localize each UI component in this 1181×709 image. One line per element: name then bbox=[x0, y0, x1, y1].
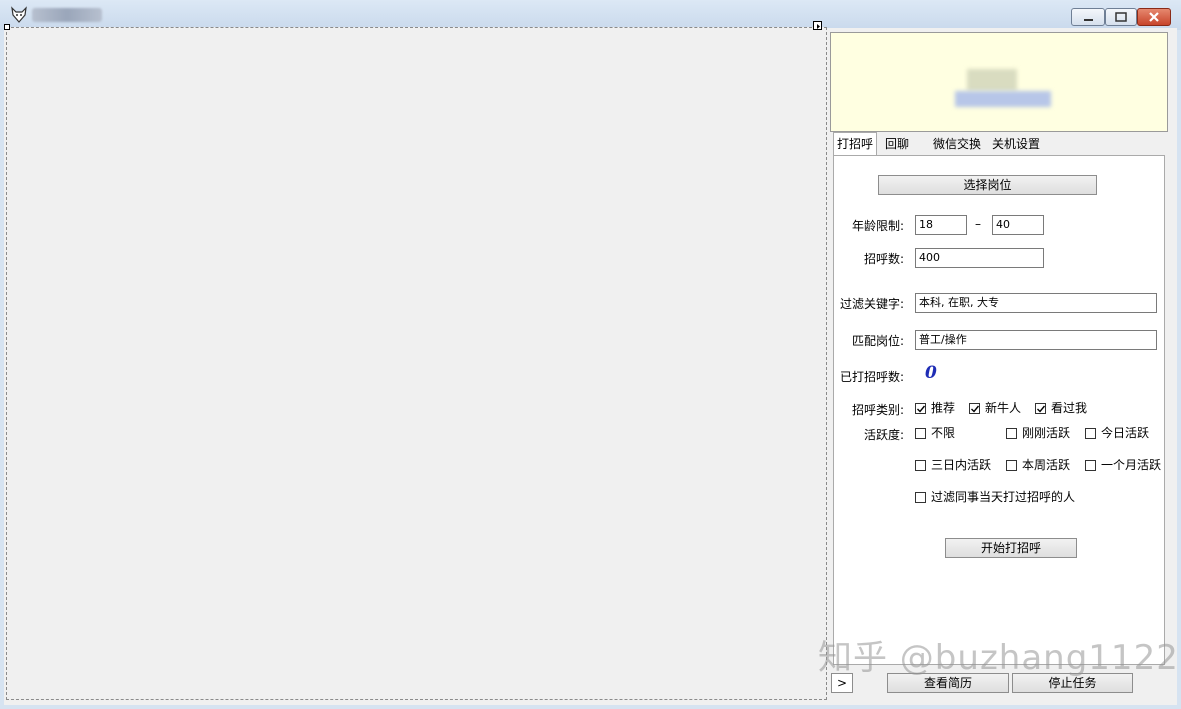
app-window: 打招呼 回聊 微信交换 关机设置 选择岗位 年龄限制: 18 – 40 招呼数:… bbox=[0, 0, 1181, 709]
activity-three-days-checkbox[interactable]: 三日内活跃 bbox=[915, 458, 991, 474]
banner-logo bbox=[830, 32, 1168, 132]
activity-this-week-label: 本周活跃 bbox=[1022, 458, 1071, 472]
age-min-input[interactable]: 18 bbox=[915, 215, 967, 235]
control-panel: 打招呼 回聊 微信交换 关机设置 选择岗位 年龄限制: 18 – 40 招呼数:… bbox=[827, 30, 1171, 706]
tab-reply[interactable]: 回聊 bbox=[882, 134, 912, 154]
filter-colleague-greeted-label: 过滤同事当天打过招呼的人 bbox=[931, 490, 1076, 504]
activity-one-month-checkbox[interactable]: 一个月活跃 bbox=[1085, 458, 1161, 474]
greet-category-label: 招呼类别: bbox=[851, 403, 904, 417]
greeted-count-value: 0 bbox=[925, 363, 937, 383]
checkbox-checked-icon[interactable] bbox=[969, 403, 980, 414]
filter-keywords-label: 过滤关键字: bbox=[839, 297, 904, 311]
match-position-label: 匹配岗位: bbox=[851, 334, 904, 348]
select-position-button[interactable]: 选择岗位 bbox=[878, 175, 1097, 195]
fox-logo-icon bbox=[10, 6, 28, 24]
window-title-obscured bbox=[32, 8, 102, 22]
minimize-button[interactable] bbox=[1071, 8, 1105, 26]
category-viewed-me-label: 看过我 bbox=[1051, 401, 1088, 415]
checkbox-unchecked-icon[interactable] bbox=[915, 428, 926, 439]
tab-greet[interactable]: 打招呼 bbox=[833, 132, 878, 155]
checkbox-checked-icon[interactable] bbox=[915, 403, 926, 414]
watermark-text: 知乎 @buzhang1122 bbox=[818, 638, 1179, 678]
category-recommend-checkbox[interactable]: 推荐 bbox=[915, 401, 955, 417]
checkbox-unchecked-icon[interactable] bbox=[915, 460, 926, 471]
category-new-talent-label: 新牛人 bbox=[985, 401, 1022, 415]
checkbox-unchecked-icon[interactable] bbox=[1006, 460, 1017, 471]
filter-keywords-input[interactable]: 本科, 在职, 大专 bbox=[915, 293, 1157, 313]
logo-blur-top bbox=[967, 69, 1017, 91]
title-bar bbox=[0, 0, 1181, 30]
greeted-count-label: 已打招呼数: bbox=[839, 370, 904, 384]
close-button[interactable] bbox=[1137, 8, 1171, 26]
activity-this-week-checkbox[interactable]: 本周活跃 bbox=[1006, 458, 1070, 474]
resize-handle[interactable] bbox=[4, 24, 10, 30]
activity-just-active-label: 刚刚活跃 bbox=[1022, 426, 1071, 440]
logo-blur-bottom bbox=[955, 91, 1051, 107]
tab-shutdown-settings[interactable]: 关机设置 bbox=[989, 134, 1043, 154]
category-recommend-label: 推荐 bbox=[931, 401, 956, 415]
start-greeting-button[interactable]: 开始打招呼 bbox=[945, 538, 1077, 558]
activity-one-month-label: 一个月活跃 bbox=[1101, 458, 1162, 472]
age-max-input[interactable]: 40 bbox=[992, 215, 1044, 235]
activity-three-days-label: 三日内活跃 bbox=[931, 458, 992, 472]
filter-colleague-greeted-checkbox[interactable]: 过滤同事当天打过招呼的人 bbox=[915, 490, 1075, 506]
category-new-talent-checkbox[interactable]: 新牛人 bbox=[969, 401, 1021, 417]
activity-today-checkbox[interactable]: 今日活跃 bbox=[1085, 426, 1149, 442]
category-viewed-me-checkbox[interactable]: 看过我 bbox=[1035, 401, 1087, 417]
embedded-browser-area[interactable] bbox=[6, 27, 827, 700]
checkbox-unchecked-icon[interactable] bbox=[1085, 460, 1096, 471]
greet-tab-panel: 选择岗位 年龄限制: 18 – 40 招呼数: 400 过滤关键字: 本科, 在… bbox=[833, 155, 1165, 665]
activity-today-label: 今日活跃 bbox=[1101, 426, 1150, 440]
activity-unlimited-label: 不限 bbox=[931, 426, 956, 440]
checkbox-unchecked-icon[interactable] bbox=[1085, 428, 1096, 439]
checkbox-unchecked-icon[interactable] bbox=[915, 492, 926, 503]
age-range-separator: – bbox=[975, 217, 981, 231]
maximize-button[interactable] bbox=[1105, 8, 1137, 26]
activity-label: 活跃度: bbox=[863, 428, 904, 442]
panel-toggle-arrow-icon[interactable] bbox=[813, 21, 822, 30]
greet-count-label: 招呼数: bbox=[863, 252, 904, 266]
age-limit-label: 年龄限制: bbox=[851, 219, 904, 233]
checkbox-unchecked-icon[interactable] bbox=[1006, 428, 1017, 439]
checkbox-checked-icon[interactable] bbox=[1035, 403, 1046, 414]
greet-count-input[interactable]: 400 bbox=[915, 248, 1044, 268]
activity-just-active-checkbox[interactable]: 刚刚活跃 bbox=[1006, 426, 1070, 442]
tab-wechat-exchange[interactable]: 微信交换 bbox=[930, 134, 984, 154]
activity-unlimited-checkbox[interactable]: 不限 bbox=[915, 426, 955, 442]
match-position-input[interactable]: 普工/操作 bbox=[915, 330, 1157, 350]
